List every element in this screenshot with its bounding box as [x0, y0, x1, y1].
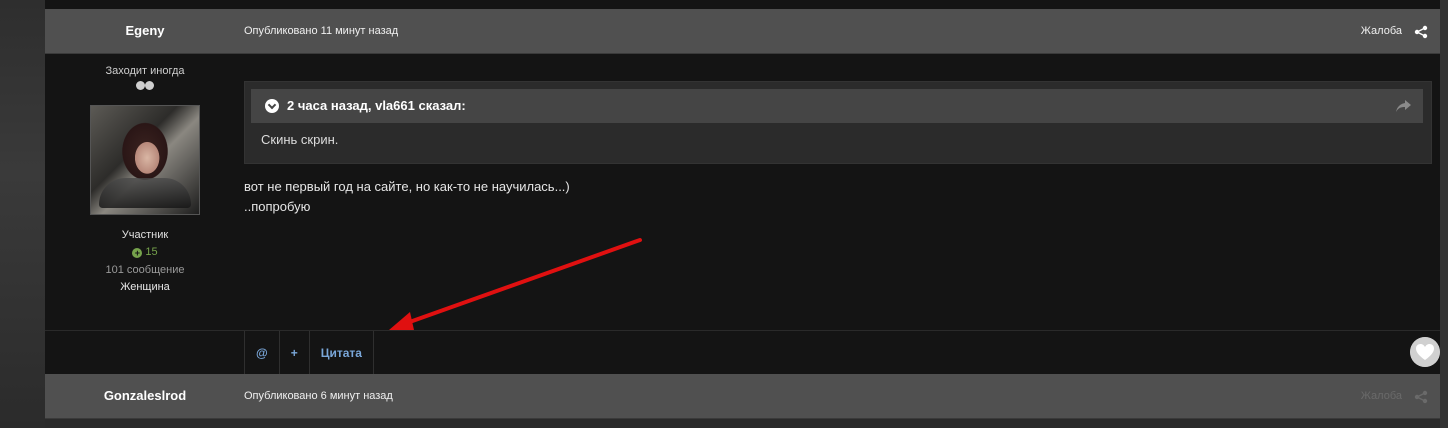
- annotation-arrow: [389, 238, 642, 330]
